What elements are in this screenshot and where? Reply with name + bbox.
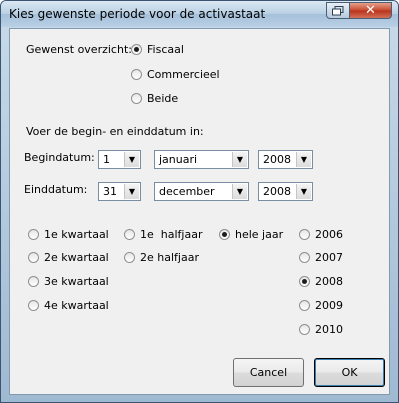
- dropdown-arrow-icon: ▼: [124, 184, 139, 199]
- window-title: Kies gewenste periode voor de activastaa…: [9, 7, 266, 21]
- radio-indicator: [299, 276, 310, 287]
- end-month-select[interactable]: december ▼: [154, 182, 249, 201]
- dropdown-arrow-icon: ▼: [296, 184, 311, 199]
- end-day-select[interactable]: 31 ▼: [98, 182, 141, 201]
- close-button[interactable]: ✕: [349, 2, 392, 19]
- end-date-label: Einddatum:: [24, 183, 88, 196]
- overview-label: Gewenst overzicht:: [26, 43, 132, 56]
- radio-indicator: [131, 93, 142, 104]
- radio-indicator: [131, 69, 142, 80]
- radio-label: hele jaar: [235, 228, 284, 241]
- select-value: 1: [103, 153, 110, 166]
- radio-indicator: [299, 324, 310, 335]
- radio-indicator: [124, 252, 135, 263]
- close-icon: ✕: [365, 3, 376, 18]
- begin-day-select[interactable]: 1 ▼: [98, 150, 141, 169]
- radio-label: Fiscaal: [147, 43, 184, 56]
- radio-label: 2010: [315, 323, 343, 336]
- radio-label: 3e kwartaal: [44, 275, 109, 288]
- radio-label: 1e kwartaal: [44, 228, 109, 241]
- radio-label: 4e kwartaal: [44, 299, 109, 312]
- restore-icon: [332, 5, 344, 15]
- select-value: 31: [103, 185, 117, 198]
- radio-indicator: [124, 229, 135, 240]
- select-value: 2008: [263, 153, 291, 166]
- radio-label: Commercieel: [147, 68, 220, 81]
- radio-label: 2e kwartaal: [44, 251, 109, 264]
- dialog-window: Kies gewenste periode voor de activastaa…: [0, 0, 399, 403]
- dialog-body: Gewenst overzicht: Fiscaal Commercieel B…: [9, 28, 390, 395]
- dropdown-arrow-icon: ▼: [232, 152, 247, 167]
- radio-label: 1e halfjaar: [140, 228, 203, 241]
- dropdown-arrow-icon: ▼: [124, 152, 139, 167]
- begin-month-select[interactable]: januari ▼: [154, 150, 249, 169]
- radio-indicator: [28, 252, 39, 263]
- radio-label: 2e halfjaar: [140, 251, 199, 264]
- begin-year-select[interactable]: 2008 ▼: [258, 150, 313, 169]
- radio-indicator: [28, 276, 39, 287]
- radio-indicator: [219, 229, 230, 240]
- dropdown-arrow-icon: ▼: [296, 152, 311, 167]
- begin-date-label: Begindatum:: [24, 151, 95, 164]
- radio-indicator: [28, 300, 39, 311]
- date-instruction: Voer de begin- en einddatum in:: [26, 125, 204, 138]
- select-value: januari: [159, 153, 198, 166]
- select-value: 2008: [263, 185, 291, 198]
- dropdown-arrow-icon: ▼: [232, 184, 247, 199]
- radio-label: Beide: [147, 92, 179, 105]
- ok-button[interactable]: OK: [314, 358, 385, 387]
- cancel-button[interactable]: Cancel: [233, 358, 304, 387]
- radio-label: 2006: [315, 228, 343, 241]
- select-value: december: [159, 185, 215, 198]
- radio-indicator: [131, 44, 142, 55]
- radio-label: 2007: [315, 251, 343, 264]
- radio-label: 2008: [315, 275, 343, 288]
- title-bar[interactable]: Kies gewenste periode voor de activastaa…: [1, 1, 398, 27]
- end-year-select[interactable]: 2008 ▼: [258, 182, 313, 201]
- radio-label: 2009: [315, 299, 343, 312]
- radio-indicator: [299, 229, 310, 240]
- restore-button[interactable]: [326, 2, 350, 19]
- radio-indicator: [299, 300, 310, 311]
- radio-indicator: [28, 229, 39, 240]
- radio-indicator: [299, 252, 310, 263]
